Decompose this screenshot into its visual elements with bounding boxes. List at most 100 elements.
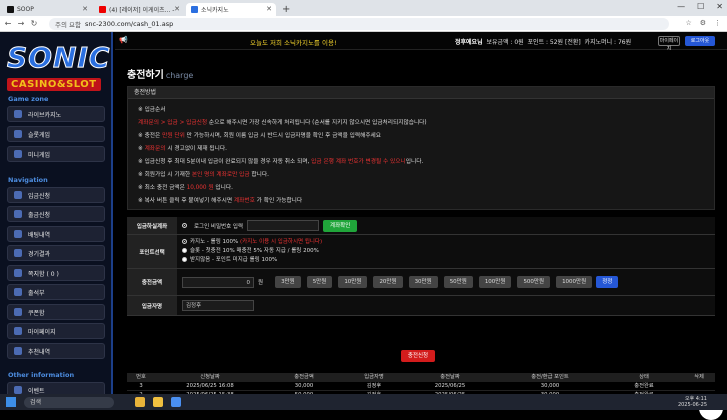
logout-button[interactable]: 로그아웃 [685,36,715,46]
amount-button[interactable]: 50만원 [443,276,473,288]
site-logo[interactable]: SONIC CASINO&SLOT [7,43,110,91]
account-radio-label: 로그인 비밀번호 입력 [194,223,244,230]
amount-button[interactable]: 5만원 [306,276,333,288]
sidebar-item-live-casino[interactable]: 라이브카지노 [7,106,105,122]
maximize-icon[interactable]: ☐ [697,2,704,11]
point-option-label: 카지노 - 롤링 100% [190,239,241,245]
point-option[interactable]: 카지노 - 롤링 100% (카지노 이용 시 입금하시면 됩니다) [182,238,322,247]
mypage-button[interactable]: 마이페이지 [658,36,680,52]
trophy-icon [14,249,22,257]
rule-text: 합니다. [249,172,269,178]
new-tab-button[interactable]: + [282,4,290,16]
deposit-form: 입금하실계좌 로그인 비밀번호 입력 계좌확인 포인트선택 카지노 - 롤링 1… [127,217,715,316]
sidebar-item-label: 추천내역 [28,348,51,356]
delete-cell[interactable] [683,382,715,390]
reload-icon[interactable]: ↻ [29,19,39,28]
windows-icon[interactable] [6,397,16,407]
back-icon[interactable]: ← [3,19,13,28]
rule-line: ※ 계좌문의 시 경고없이 제재 됩니다. [138,143,704,156]
sidebar-item-attendance[interactable]: 출석부 [7,284,105,300]
minimize-icon[interactable]: — [677,2,685,11]
taskbar-apps [135,397,181,407]
table-cell: 30,000 [294,383,314,389]
section-title-nav: Navigation [8,176,48,184]
os-taskbar: 검색 오후 4:11 2025-06-25 [0,394,727,410]
amount-button[interactable]: 100만원 [478,276,512,288]
radio-icon[interactable] [182,239,187,244]
amount-button[interactable]: 1000만원 [556,276,593,288]
rule-highlight: 계좌문의 > 입금 > 입금신청 [138,120,208,126]
rule-text: ※ 복사 버튼 클릭 후 붙여넣기 해주시면 [138,198,234,204]
amount-button[interactable]: 500만원 [517,276,551,288]
sidebar-item-deposit[interactable]: 입금신청 [7,187,105,203]
close-icon[interactable]: ✕ [174,5,180,13]
account-radio[interactable] [182,223,187,228]
rule-line: ※ 충전은 만원 단위 만 가능하시며, 회원 이름 입금 시 반드시 입금자명… [138,130,704,143]
sidebar-item-label: 이벤트 [28,387,45,395]
clock-date[interactable]: 2025-06-25 [678,402,707,408]
url-input[interactable]: 주의 요함 snc-2300.com/cash_01.asp [49,17,669,30]
sidebar-item-label: 입금신청 [28,192,51,200]
rule-highlight: 만원 단위 [162,133,185,139]
table-header-cell: 충전날짜 [440,374,460,380]
folder-icon[interactable] [153,397,163,407]
table-header-cell: 번호 [136,374,146,380]
sidebar-item-withdraw[interactable]: 출금신청 [7,206,105,222]
forward-icon[interactable]: → [16,19,26,28]
close-icon[interactable]: ✕ [266,5,272,13]
rule-text: ※ 입금신청 후 최대 5분이내 입금이 완료되지 않을 경우 자동 취소 되며… [138,159,312,165]
sidebar-item-results[interactable]: 경기결과 [7,245,105,261]
point-options: 카지노 - 롤링 100% (카지노 이용 시 입금하시면 됩니다) 슬롯 - 첫… [177,235,715,268]
rule-line: ※ 최소 충전 금액은 10,000 원 입니다. [138,182,704,195]
sidebar-item-slot[interactable]: 슬롯게임 [7,126,105,142]
chrome-active-icon[interactable] [171,397,181,407]
close-window-icon[interactable]: ✕ [716,2,723,11]
chrome-icon[interactable] [135,397,145,407]
browser-tab-3[interactable]: 소닉카지노 ✕ [186,3,276,16]
point-option[interactable]: 받지않음 - 포인트 미지급 롤링 100% [182,256,277,265]
account-check-button[interactable]: 계좌확인 [323,219,358,232]
password-input[interactable] [247,220,320,231]
browser-tab-2[interactable]: (4) [레이저] 이게이츠... - YouTube ✕ [94,3,184,16]
account-label: 입금하실계좌 [127,217,177,234]
rule-line: ※ 회원가입 시 기재한 본인 명의 계좌로만 입금 합니다. [138,169,704,182]
sidebar-item-label: 출금신청 [28,211,51,219]
amount-field: 0 원 3만원 5만원 10만원 20만원 30만원 50만원 100만원 500만원 1000… [177,269,715,295]
amount-input[interactable]: 0 [182,276,254,288]
points-text[interactable]: 포인트 : 52원 [전환] [528,39,581,46]
sidebar-item-messages[interactable]: 쪽지함 ( 0 ) [7,265,105,281]
bookmark-icon[interactable]: ☆ [685,19,691,27]
sidebar-item-mypage[interactable]: 마이페이지 [7,323,105,339]
point-option[interactable]: 슬롯 - 첫충전 10% 매충전 5% 자동 지급 / 롤링 200% [182,247,319,256]
sidebar-item-minigame[interactable]: 미니게임 [7,146,105,162]
amount-button[interactable]: 3만원 [275,276,301,288]
security-label[interactable]: 주의 요함 [55,19,81,29]
sidebar-item-coupons[interactable]: 쿠폰함 [7,304,105,320]
table-header-cell: 상태 [639,374,649,380]
deposit-submit-button[interactable]: 충전신청 [401,350,435,362]
sidebar-item-bet-history[interactable]: 배팅내역 [7,226,105,242]
amount-button[interactable]: 20만원 [373,276,403,288]
menu-icon[interactable]: ⋮ [714,19,721,27]
depositor-name-input[interactable]: 김정후 [182,300,254,311]
amount-button[interactable]: 30만원 [408,276,438,288]
settings-icon[interactable]: ⚙ [700,19,706,27]
close-icon[interactable]: ✕ [82,5,88,13]
browser-tab-1[interactable]: SOOP ✕ [2,3,92,16]
sidebar-item-referrals[interactable]: 추천내역 [7,343,105,359]
reset-button[interactable]: 정정 [596,276,619,288]
sidebar-item-events[interactable]: 이벤트 [7,382,105,394]
radio-icon[interactable] [182,257,187,262]
point-option-label: 슬롯 - 첫충전 10% 매충전 5% 자동 지급 / 롤링 200% [190,248,319,254]
radio-icon[interactable] [182,248,187,253]
form-row-account: 입금하실계좌 로그인 비밀번호 입력 계좌확인 [127,217,715,235]
rule-text: 만 가능하시며, 회원 이름 입금 시 반드시 입금자명을 확인 후 금액을 입… [184,133,382,139]
rule-highlight: 본인 명의 계좌로만 입금 [191,172,250,178]
tab-title: (4) [레이저] 이게이츠... - YouTube [109,7,177,14]
megaphone-icon: 📢 [119,36,128,44]
table-cell: 2025/06/25 [434,383,466,389]
url-text[interactable]: snc-2300.com/cash_01.asp [85,20,173,28]
slot-icon [14,130,22,138]
taskbar-search[interactable]: 검색 [24,396,114,408]
amount-button[interactable]: 10만원 [338,276,368,288]
